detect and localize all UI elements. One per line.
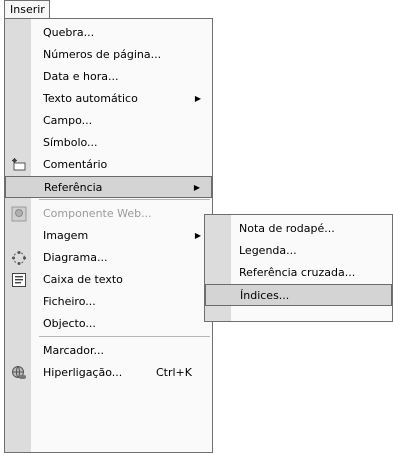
menu-item-label: Data e hora... (43, 70, 119, 83)
comment-icon (11, 157, 27, 173)
menu-item-label: Imagem (43, 229, 89, 242)
menu-item[interactable]: Diagrama... (5, 247, 212, 269)
menu-item[interactable]: Objecto... (5, 313, 212, 335)
menu-item[interactable]: Texto automático ▶ (5, 88, 212, 110)
menu-item[interactable]: Ficheiro... (5, 291, 212, 313)
menu-item-label: Referência (44, 181, 103, 194)
reference-submenu: Nota de rodapé... Legenda... Referência cr… (204, 214, 393, 322)
menu-item[interactable]: Hiperligação... Ctrl+K (5, 362, 212, 384)
submenu-item-label: Referência cruzada... (239, 266, 356, 279)
menu-item[interactable]: Números de página... (5, 44, 212, 66)
menu-item[interactable]: Quebra... (5, 22, 212, 44)
menu-item[interactable]: Referência ▶ (5, 176, 212, 198)
menu-item-label: Comentário (43, 158, 108, 171)
menu-inserir[interactable]: Inserir (4, 0, 50, 18)
insert-dropdown-menu: Quebra... Números de página... Data e hora… (4, 18, 213, 453)
submenu-item[interactable]: Índices... (205, 284, 392, 306)
menu-separator (39, 199, 210, 200)
menu-item[interactable]: Imagem ▶ (5, 225, 212, 247)
menu-item[interactable]: Campo... (5, 110, 212, 132)
diagram-icon (11, 250, 27, 266)
menu-item[interactable]: Caixa de texto (5, 269, 212, 291)
menu-item-label: Objecto... (43, 317, 96, 330)
menu-item[interactable]: Componente Web... (5, 203, 212, 225)
submenu-arrow-icon: ▶ (193, 183, 200, 192)
menu-item-label: Números de página... (43, 48, 162, 61)
menu-item-label: Hiperligação... (43, 366, 123, 379)
menu-item-label: Texto automático (43, 92, 138, 105)
menu-inserir-label: Inserir (10, 3, 45, 16)
menu-item[interactable]: Comentário (5, 154, 212, 176)
menu-item-label: Ficheiro... (43, 295, 96, 308)
menu-item-label: Componente Web... (43, 207, 152, 220)
hyperlink-icon (11, 365, 27, 381)
textbox-icon (11, 272, 27, 288)
shortcut-label: Ctrl+K (155, 366, 192, 379)
menu-item-label: Diagrama... (43, 251, 108, 264)
menu-item-label: Campo... (43, 114, 93, 127)
submenu-item-label: Legenda... (239, 244, 297, 257)
submenu-item-label: Nota de rodapé... (239, 222, 335, 235)
submenu-item-label: Índices... (240, 289, 290, 302)
submenu-item[interactable]: Referência cruzada... (205, 262, 392, 284)
menu-item[interactable]: Marcador... (5, 340, 212, 362)
menu-item-label: Marcador... (43, 344, 105, 357)
menu-item-label: Caixa de texto (43, 273, 123, 286)
web-component-icon (11, 206, 27, 222)
menu-item-label: Quebra... (43, 26, 95, 39)
menu-item-label: Símbolo... (43, 136, 98, 149)
menu-item[interactable]: Data e hora... (5, 66, 212, 88)
submenu-arrow-icon: ▶ (194, 94, 201, 103)
submenu-item[interactable]: Nota de rodapé... (205, 218, 392, 240)
menu-item[interactable]: Símbolo... (5, 132, 212, 154)
menu-separator (39, 336, 210, 337)
submenu-arrow-icon: ▶ (194, 231, 201, 240)
submenu-item[interactable]: Legenda... (205, 240, 392, 262)
